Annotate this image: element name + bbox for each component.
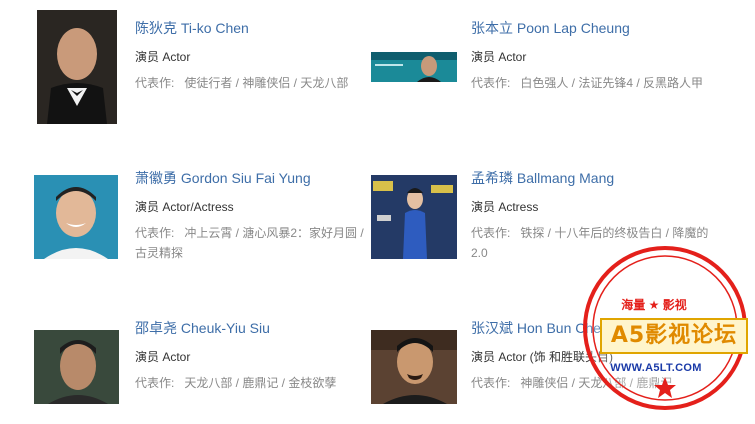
works-label: 代表作: xyxy=(471,376,511,390)
actor-works: 代表作: 白色强人 / 法证先锋4 / 反黑路人甲 xyxy=(471,73,711,93)
actor-works: 代表作: 天龙八部 / 鹿鼎记 / 金枝欲孽 xyxy=(135,373,375,393)
actor-photo[interactable] xyxy=(371,175,457,259)
actor-works: 代表作: 冲上云霄 / 溏心风暴2：家好月圆 / 古灵精探 xyxy=(135,223,375,263)
actor-role: 演员 Actor xyxy=(471,50,527,64)
actor-role: 演员 Actor xyxy=(135,350,191,364)
actor-card: 邵卓尧 Cheuk-Yiu Siu 演员 Actor 代表作: 天龙八部 / 鹿鼎… xyxy=(34,310,394,420)
actor-role: 演员 Actor/Actress xyxy=(135,200,234,214)
actor-photo[interactable] xyxy=(371,52,457,82)
works-list: 白色强人 / 法证先锋4 / 反黑路人甲 xyxy=(520,76,704,90)
actor-photo[interactable] xyxy=(37,10,117,124)
actor-name-link[interactable]: 萧徽勇 Gordon Siu Fai Yung xyxy=(135,169,311,187)
actor-role: 演员 Actress xyxy=(471,200,539,214)
actor-photo[interactable] xyxy=(34,330,119,404)
actor-card: 陈狄克 Ti-ko Chen 演员 Actor 代表作: 使徒行者 / 神雕侠侣 … xyxy=(37,10,397,124)
works-label: 代表作: xyxy=(471,226,511,240)
watermark-main-text: A5影视论坛 xyxy=(600,318,748,354)
works-label: 代表作: xyxy=(135,76,175,90)
watermark-top-text: 海量 ★ 影视 xyxy=(621,298,687,312)
actor-name-link[interactable]: 邵卓尧 Cheuk-Yiu Siu xyxy=(135,319,270,337)
actor-name-link[interactable]: 张本立 Poon Lap Cheung xyxy=(471,19,630,37)
actor-works: 代表作: 使徒行者 / 神雕侠侣 / 天龙八部 xyxy=(135,73,375,93)
watermark-url: WWW.A5LT.COM xyxy=(610,362,702,374)
works-label: 代表作: xyxy=(471,76,511,90)
actor-card: 张本立 Poon Lap Cheung 演员 Actor 代表作: 白色强人 / … xyxy=(371,10,731,120)
works-list: 使徒行者 / 神雕侠侣 / 天龙八部 xyxy=(184,76,349,90)
works-label: 代表作: xyxy=(135,226,175,240)
works-list: 天龙八部 / 鹿鼎记 / 金枝欲孽 xyxy=(184,376,337,390)
actor-photo[interactable] xyxy=(34,175,118,259)
actor-card: 萧徽勇 Gordon Siu Fai Yung 演员 Actor/Actress… xyxy=(34,160,394,270)
works-label: 代表作: xyxy=(135,376,175,390)
actor-photo[interactable] xyxy=(371,330,457,404)
actor-name-link[interactable]: 孟希璘 Ballmang Mang xyxy=(471,169,614,187)
actor-role: 演员 Actor xyxy=(135,50,191,64)
actor-name-link[interactable]: 陈狄克 Ti-ko Chen xyxy=(135,19,249,37)
